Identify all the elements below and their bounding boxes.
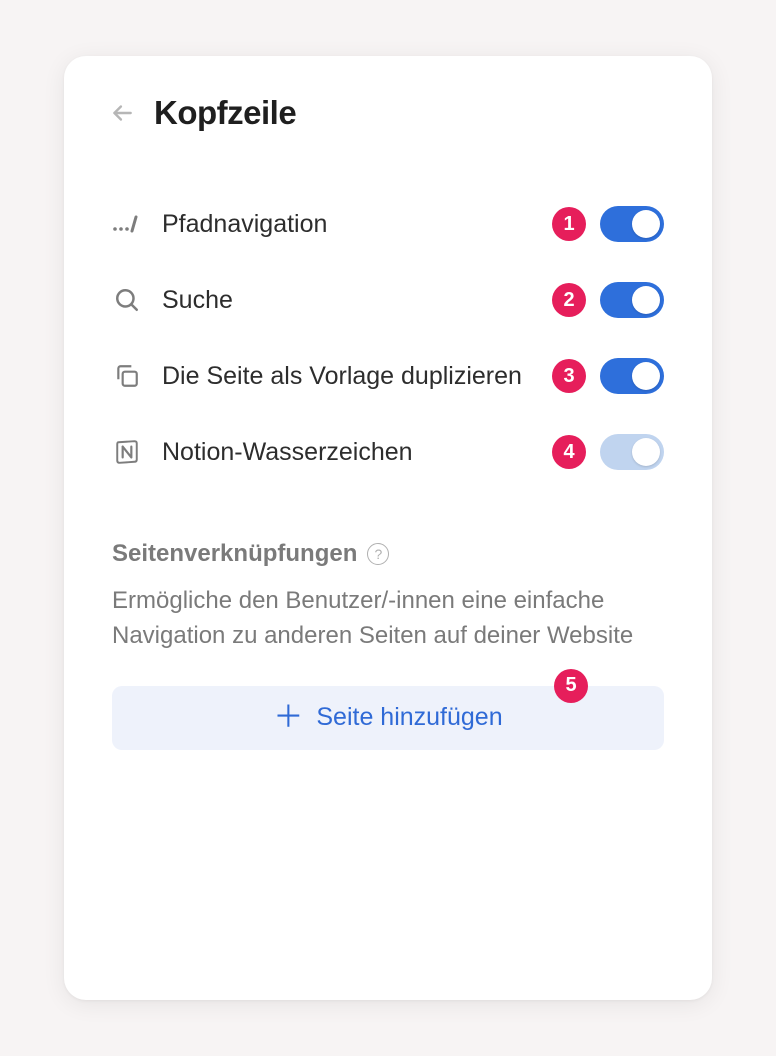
notion-icon — [112, 437, 142, 467]
help-icon[interactable]: ? — [367, 543, 389, 565]
option-label: Suche — [162, 286, 552, 315]
search-icon — [112, 285, 142, 315]
option-search: Suche 2 — [112, 282, 664, 318]
options-list: Pfadnavigation 1 Suche 2 Die Seite als V… — [112, 206, 664, 470]
annotation-badge-2: 2 — [552, 283, 586, 317]
breadcrumb-icon — [112, 209, 142, 239]
toggle-duplicate[interactable] — [600, 358, 664, 394]
annotation-badge-5: 5 — [554, 669, 588, 703]
section-description: Ermögliche den Benutzer/-innen eine einf… — [112, 584, 664, 654]
option-duplicate: Die Seite als Vorlage duplizieren 3 — [112, 358, 664, 394]
option-watermark: Notion-Wasserzeichen 4 — [112, 434, 664, 470]
add-page-button[interactable]: ＋ Seite hinzufügen 5 — [112, 686, 664, 750]
toggle-watermark[interactable] — [600, 434, 664, 470]
option-breadcrumb: Pfadnavigation 1 — [112, 206, 664, 242]
annotation-badge-3: 3 — [552, 359, 586, 393]
option-label: Notion-Wasserzeichen — [162, 438, 552, 467]
annotation-badge-1: 1 — [552, 207, 586, 241]
duplicate-icon — [112, 361, 142, 391]
page-title: Kopfzeile — [154, 94, 296, 132]
annotation-badge-4: 4 — [552, 435, 586, 469]
add-page-label: Seite hinzufügen — [316, 703, 502, 732]
toggle-search[interactable] — [600, 282, 664, 318]
arrow-left-icon — [109, 100, 135, 126]
option-label: Die Seite als Vorlage duplizieren — [162, 362, 578, 391]
back-button[interactable] — [108, 99, 136, 127]
settings-panel: Kopfzeile Pfadnavigation 1 Suche — [64, 56, 712, 1000]
panel-header: Kopfzeile — [112, 94, 664, 132]
section-heading: Seitenverknüpfungen ? — [112, 540, 664, 568]
plus-icon: ＋ — [273, 703, 303, 733]
toggle-breadcrumb[interactable] — [600, 206, 664, 242]
option-label: Pfadnavigation — [162, 210, 552, 239]
section-heading-text: Seitenverknüpfungen — [112, 540, 357, 568]
